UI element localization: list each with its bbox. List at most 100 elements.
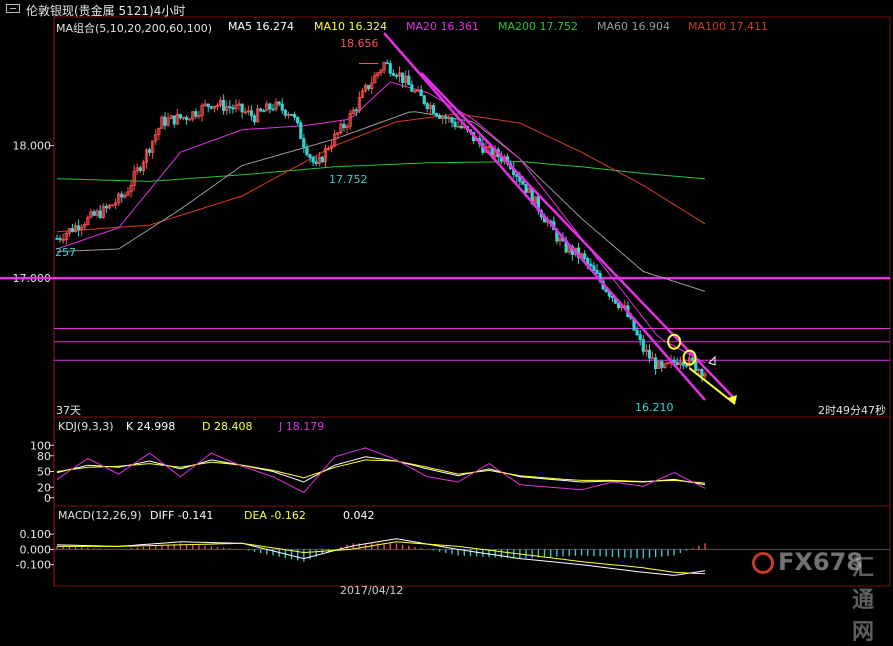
candle-body	[163, 116, 167, 126]
macd-tick-label: -0.100	[16, 559, 51, 572]
candle-body	[654, 357, 658, 370]
yellow-arrow-shaft	[688, 367, 736, 405]
candle-body	[314, 161, 318, 164]
candle-body	[299, 122, 303, 140]
candle-body	[354, 109, 358, 112]
kdj-tick-label: 50	[37, 466, 51, 479]
candle-body	[252, 115, 257, 123]
candle-body	[209, 106, 213, 109]
candle-body	[228, 106, 232, 109]
ma-line-ma200	[56, 160, 706, 182]
candle-body	[178, 114, 183, 119]
ma200-value: MA200 17.752	[498, 20, 578, 33]
candle-body	[289, 113, 294, 116]
candle-body	[400, 72, 405, 83]
candle-body	[184, 116, 189, 121]
macd-diff-value: DIFF -0.141	[150, 509, 214, 522]
period-label: 37天	[56, 404, 81, 417]
candle-body	[259, 108, 263, 112]
candle-body	[206, 103, 210, 107]
candle-body	[283, 109, 287, 116]
candle-body	[438, 115, 442, 119]
candle-body	[271, 108, 275, 111]
candle-body	[222, 99, 226, 111]
candle-body	[268, 103, 272, 110]
candle-body	[120, 193, 124, 198]
candle-body	[231, 107, 235, 110]
kdj-tick-label: 0	[44, 492, 51, 505]
fx678-logo-icon	[752, 552, 774, 574]
last-price-arrow-icon	[708, 355, 716, 366]
candle-body	[419, 89, 423, 97]
candle-body	[675, 361, 679, 366]
candle-body	[277, 101, 281, 105]
candle-body	[638, 334, 642, 340]
candle-body	[660, 361, 664, 368]
candle-body	[280, 103, 284, 111]
candle-body	[342, 123, 346, 129]
candle-body	[595, 270, 599, 274]
ma-line-ma100	[56, 113, 706, 233]
candle-body	[434, 113, 439, 116]
candle-body	[410, 84, 414, 92]
candle-body	[641, 339, 645, 352]
candle-body	[388, 63, 392, 74]
ma-line-ma20	[56, 81, 706, 364]
candle-body	[391, 73, 395, 76]
watermark-cn: 汇通网	[852, 556, 875, 645]
candle-body	[367, 84, 371, 90]
ma5-value: MA5 16.274	[228, 20, 294, 33]
macd-tick-label: 0.100	[20, 528, 52, 541]
candle-body	[92, 211, 96, 216]
macd-value: 0.042	[343, 509, 375, 522]
candle-body	[583, 253, 587, 259]
candle-body	[422, 95, 426, 105]
candle-body	[453, 121, 457, 128]
high-annotation: 18.656	[340, 37, 379, 50]
candle-body	[459, 125, 463, 129]
candle-body	[305, 147, 309, 156]
ma20-value: MA20 16.361	[406, 20, 479, 33]
candle-body	[647, 349, 652, 359]
candle-body	[450, 117, 454, 123]
x-axis-date: 2017/04/12	[340, 584, 404, 597]
kdj-k-value: K 24.998	[126, 420, 176, 433]
kdj-label: KDJ(9,3,3)	[58, 420, 114, 433]
candle-body	[431, 105, 436, 114]
price-tick-label: 18.000	[13, 140, 52, 153]
ma100-value: MA100 17.411	[688, 20, 768, 33]
candle-body	[700, 369, 704, 377]
candle-body	[194, 111, 198, 117]
candle-body	[55, 237, 59, 240]
watermark-text: FX678	[778, 548, 863, 576]
candle-body	[104, 205, 108, 209]
countdown-label: 2时49分47秒	[818, 404, 886, 417]
candle-body	[77, 225, 81, 231]
candle-body	[172, 115, 176, 125]
candle-body	[262, 110, 266, 113]
candle-body	[684, 364, 689, 367]
candle-body	[147, 149, 152, 153]
candle-body	[138, 167, 142, 171]
candle-body	[296, 116, 300, 124]
end-low-annotation: 16.210	[635, 401, 674, 414]
candle-body	[691, 357, 695, 362]
candle-body	[394, 74, 399, 77]
fx678-watermark: FX678 汇通网	[752, 548, 892, 645]
mid-low-annotation: 17.752	[329, 173, 368, 186]
kdj-line-j	[56, 447, 706, 494]
macd-tick-label: 0.000	[20, 543, 52, 556]
macd-dea-value: DEA -0.162	[244, 509, 306, 522]
candle-body	[110, 204, 115, 207]
candle-body	[58, 238, 62, 240]
candle-body	[592, 265, 596, 271]
left-value-annotation: 257	[55, 246, 76, 259]
candle-body	[70, 228, 75, 232]
candle-body	[302, 138, 306, 148]
candle-body	[650, 357, 655, 360]
macd-line-dea	[57, 541, 706, 575]
kdj-panel-frame	[53, 416, 891, 507]
kdj-tick-label: 80	[37, 450, 51, 463]
candle-body	[444, 116, 448, 119]
ma60-value: MA60 16.904	[597, 20, 670, 33]
